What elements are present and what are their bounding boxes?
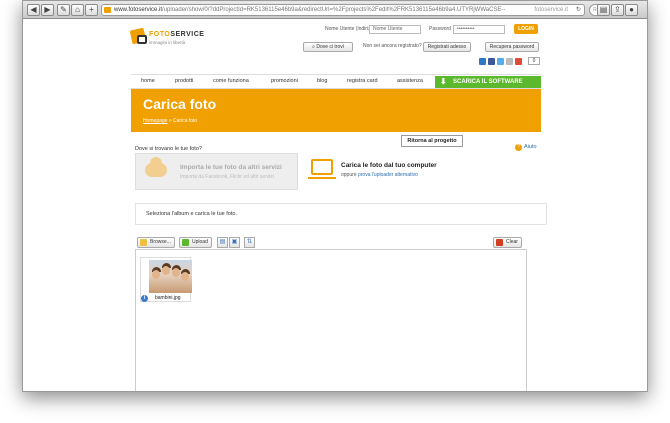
username-field[interactable]: Nome Utente <box>369 25 421 34</box>
folder-icon <box>140 239 147 246</box>
share-icon[interactable]: ⇪ <box>611 4 624 16</box>
upload-from-computer-panel[interactable]: Carica le foto dal tuo computer oppure p… <box>303 153 547 190</box>
recover-password-button[interactable]: Recupera password <box>485 42 539 52</box>
computer-icon <box>311 159 333 175</box>
back-arrow-icon[interactable]: ◀ <box>27 4 40 16</box>
album-select-box: Seleziona l'album e carica le tue foto. <box>135 203 547 225</box>
browser-window: ◀ ▶ ✎ ⌂ + www.fotoservice.it/uploader/sh… <box>22 0 648 392</box>
register-button[interactable]: Registrati adesso <box>423 42 471 52</box>
not-registered-text: Non sei ancora registrato? <box>363 43 422 49</box>
photo-preview <box>149 260 192 293</box>
logo-tagline: immagini in libertà <box>149 40 186 45</box>
linkedin-icon[interactable] <box>479 58 486 65</box>
import-subtitle: Importa da Facebook, Flickr ed altri ser… <box>180 174 274 180</box>
breadcrumb: Homepage » Carica foto <box>143 118 198 124</box>
nav-registra-card[interactable]: registra card <box>347 78 378 84</box>
page-title-tab: fotoservice.it <box>534 7 568 13</box>
back-to-project-button[interactable]: Ritorna al progetto <box>401 135 463 147</box>
file-name: bambini.jpg <box>155 295 181 301</box>
page-title: Carica foto <box>143 96 217 112</box>
url-host: www.fotoservice.it <box>114 7 163 13</box>
password-label: Password <box>429 26 451 32</box>
forward-arrow-icon[interactable]: ▶ <box>41 4 54 16</box>
cloud-upload-icon <box>145 157 167 177</box>
upload-button[interactable]: Upload <box>179 237 212 248</box>
favicon-icon <box>104 7 111 13</box>
user-icon[interactable]: ● <box>625 4 638 16</box>
cart-counter[interactable]: 0 <box>528 57 540 65</box>
reload-icon[interactable]: ↻ <box>576 5 581 15</box>
url-path: /uploader/show/0/?ddProjectId=RK5136115e… <box>162 7 506 13</box>
broom-icon <box>496 239 503 246</box>
add-tab-icon[interactable]: + <box>85 4 98 16</box>
twitter-icon[interactable] <box>497 58 504 65</box>
nav-come-funziona[interactable]: come funziona <box>213 78 249 84</box>
upload-arrow-icon <box>182 239 189 246</box>
help-icon: ? <box>515 144 522 151</box>
google-plus-icon[interactable] <box>515 58 522 65</box>
where-button[interactable]: ⌕ Dove ci trovi <box>303 42 353 52</box>
nav-blog[interactable]: blog <box>317 78 327 84</box>
nav-home[interactable]: home <box>141 78 155 84</box>
nav-assistenza[interactable]: assistenza <box>397 78 423 84</box>
home-icon[interactable]: ⌂ <box>71 4 84 16</box>
select-album-text: Seleziona l'album e carica le tue foto. <box>146 211 237 217</box>
bookmark-icon[interactable]: ▤ <box>597 4 610 16</box>
import-title: Importa le tue foto da altri servizi <box>180 164 282 171</box>
clear-button[interactable]: Clear <box>493 237 522 248</box>
login-button[interactable]: LOGIN <box>514 24 538 34</box>
list-view-icon[interactable]: ▤ <box>217 237 228 248</box>
where-photos-question: Dove si trovano le tue foto? <box>135 146 202 152</box>
nav-prodotti[interactable]: prodotti <box>175 78 193 84</box>
file-thumbnail[interactable]: i bambini.jpg <box>140 257 192 302</box>
download-software-button[interactable]: ⬇ SCARICA IL SOFTWARE <box>435 76 541 88</box>
password-field[interactable]: •••••••••• <box>453 25 505 34</box>
info-icon[interactable]: i <box>141 295 148 302</box>
alternative-uploader-link[interactable]: prova l'uploader alternativo <box>358 172 418 178</box>
email-icon[interactable] <box>506 58 513 65</box>
upload-file-area[interactable]: i bambini.jpg <box>135 249 527 391</box>
browser-toolbar: ◀ ▶ ✎ ⌂ + www.fotoservice.it/uploader/sh… <box>23 1 647 19</box>
import-from-services-panel[interactable]: Importa le tue foto da altri servizi Imp… <box>135 153 298 190</box>
help-link[interactable]: ? Aiuto <box>515 144 537 151</box>
breadcrumb-home-link[interactable]: Homepage <box>143 118 167 124</box>
logo-brand: FOTOSERVICE <box>149 31 205 38</box>
upload-title: Carica le foto dal tuo computer <box>341 162 437 169</box>
page-header-banner: Carica foto Homepage » Carica foto <box>131 89 541 132</box>
page-content: FOTOSERVICE immagini in libertà Nome Ute… <box>23 20 647 391</box>
tools-icon[interactable]: ✎ <box>57 4 70 16</box>
browse-button[interactable]: Browse... <box>137 237 175 248</box>
logo-frame-icon <box>137 35 147 44</box>
grid-view-icon[interactable]: ▣ <box>229 237 240 248</box>
upload-subtitle: oppure prova l'uploader alternativo <box>341 172 418 178</box>
logo[interactable]: FOTOSERVICE immagini in libertà <box>129 27 204 51</box>
computer-base-icon <box>308 177 336 179</box>
address-bar[interactable]: www.fotoservice.it/uploader/show/0/?ddPr… <box>101 4 585 16</box>
download-icon: ⬇ <box>440 77 447 86</box>
sort-icon[interactable]: ⇅ <box>244 237 255 248</box>
facebook-icon[interactable] <box>488 58 495 65</box>
nav-promozioni[interactable]: promozioni <box>271 78 298 84</box>
